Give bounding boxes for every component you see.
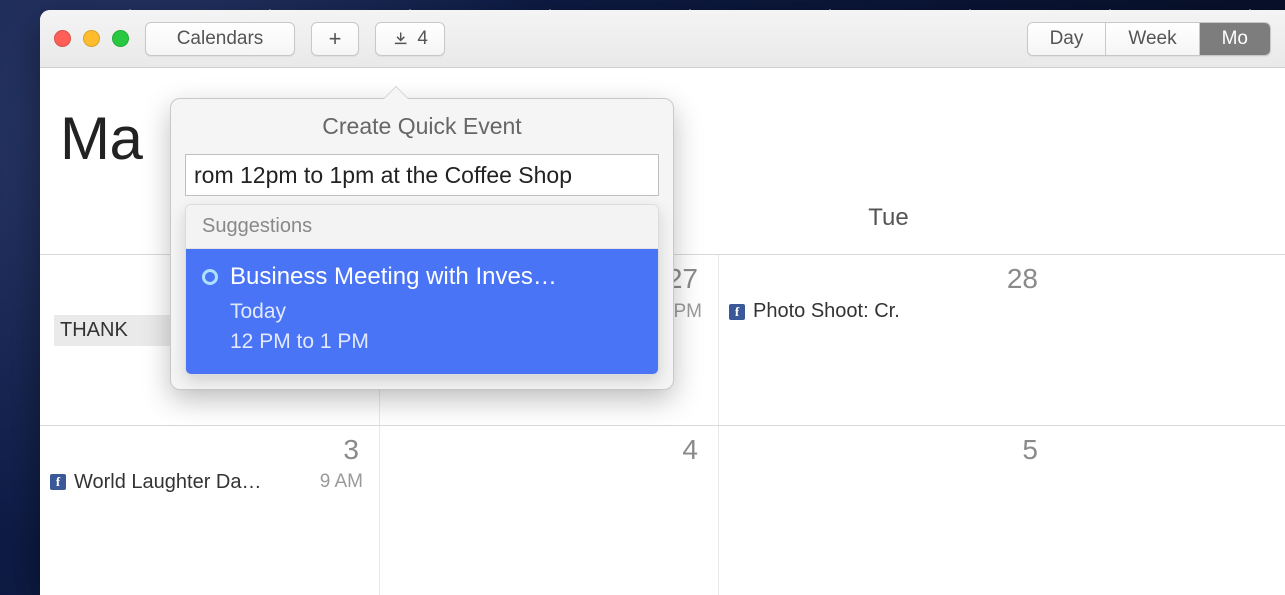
day-number: 5	[727, 434, 1044, 470]
popover-title: Create Quick Event	[185, 113, 659, 140]
quick-event-input[interactable]	[185, 154, 659, 196]
day-number: 4	[388, 434, 704, 470]
day-cell[interactable]: 3 f World Laughter Da… 9 AM	[40, 426, 380, 595]
event-title: Photo Shoot: Cr.	[753, 300, 1042, 323]
calendar-color-dot-icon	[202, 269, 218, 285]
day-number: 28	[727, 263, 1044, 299]
suggestion-title: Business Meeting with Inves…	[230, 263, 642, 291]
day-cell[interactable]: 28 f Photo Shoot: Cr.	[719, 255, 1058, 425]
week-row-2: 3 f World Laughter Da… 9 AM 4 5	[40, 425, 1285, 595]
minimize-window-button[interactable]	[83, 30, 100, 47]
create-quick-event-popover: Create Quick Event Suggestions Business …	[170, 98, 674, 390]
suggestion-date: Today	[230, 297, 642, 327]
suggestion-item[interactable]: Business Meeting with Inves… Today 12 PM…	[186, 249, 658, 374]
view-month[interactable]: Mo	[1199, 23, 1270, 55]
event-item[interactable]: f Photo Shoot: Cr.	[727, 299, 1044, 324]
new-event-button[interactable]: +	[311, 22, 359, 56]
inbox-button[interactable]: 4	[375, 22, 445, 56]
calendar-window: Calendars + 4 Day Week Mo Ma THANK Mon T…	[40, 10, 1285, 595]
view-day[interactable]: Day	[1028, 23, 1106, 55]
view-week[interactable]: Week	[1105, 23, 1198, 55]
suggestions-header: Suggestions	[186, 205, 658, 249]
inbox-count: 4	[417, 28, 428, 50]
event-title: World Laughter Da…	[74, 471, 312, 494]
facebook-icon: f	[729, 304, 745, 320]
day-number: 3	[48, 434, 365, 470]
month-title: Ma	[60, 104, 142, 173]
day-cell[interactable]: 4	[380, 426, 719, 595]
calendars-label: Calendars	[177, 28, 264, 50]
suggestion-time: 12 PM to 1 PM	[230, 327, 642, 357]
calendars-button[interactable]: Calendars	[145, 22, 295, 56]
fullscreen-window-button[interactable]	[112, 30, 129, 47]
event-item[interactable]: f World Laughter Da… 9 AM	[48, 470, 365, 495]
view-segmented-control: Day Week Mo	[1027, 22, 1271, 56]
event-time: 9 AM	[320, 471, 363, 493]
toolbar: Calendars + 4 Day Week Mo	[40, 10, 1285, 68]
day-cell[interactable]: 5	[719, 426, 1058, 595]
close-window-button[interactable]	[54, 30, 71, 47]
day-header-tue: Tue	[719, 180, 1058, 250]
traffic-lights	[54, 30, 129, 47]
facebook-icon: f	[50, 474, 66, 490]
download-icon	[392, 30, 409, 48]
plus-icon: +	[329, 26, 342, 52]
suggestions-box: Suggestions Business Meeting with Inves……	[185, 204, 659, 375]
